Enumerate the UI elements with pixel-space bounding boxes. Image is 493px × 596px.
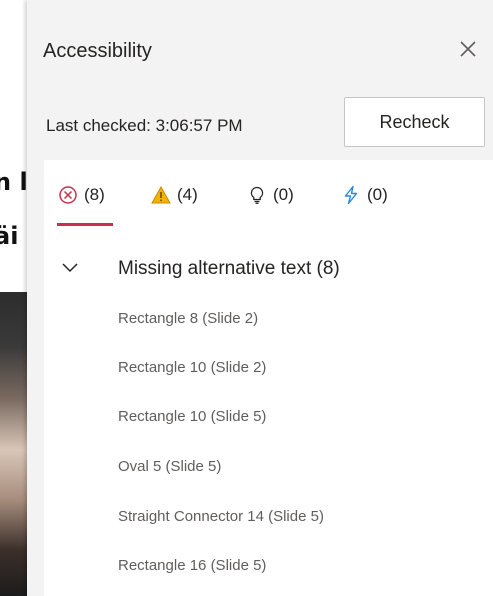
- chevron-down-icon: [62, 263, 78, 273]
- issue-item[interactable]: Rectangle 16 (Slide 5): [118, 557, 266, 583]
- issue-type-tabs: (8) (4) (0) (0): [44, 160, 493, 228]
- accessibility-pane: Accessibility Last checked: 3:06:57 PM R…: [27, 0, 493, 596]
- issue-group-title: Missing alternative text (8): [118, 258, 340, 279]
- close-icon: [460, 41, 476, 57]
- recheck-button[interactable]: Recheck: [344, 97, 485, 147]
- tab-tips-count: (0): [273, 185, 294, 204]
- lightning-icon: [344, 185, 358, 205]
- screen: n l äi Accessibility Last checked: 3:06:…: [0, 0, 493, 596]
- active-tab-indicator: [57, 223, 113, 226]
- issue-group-header[interactable]: Missing alternative text (8): [44, 250, 493, 286]
- issue-item[interactable]: Rectangle 10 (Slide 2): [118, 359, 266, 385]
- lightbulb-icon: [250, 186, 264, 204]
- pane-title: Accessibility: [43, 40, 152, 62]
- tab-errors[interactable]: (8): [58, 180, 105, 210]
- tab-warnings[interactable]: (4): [151, 180, 198, 210]
- warning-icon: [151, 185, 171, 204]
- issue-item[interactable]: Oval 5 (Slide 5): [118, 458, 221, 484]
- slide-text-fragment: n l: [0, 168, 28, 196]
- tab-intelligent-services-count: (0): [367, 185, 388, 204]
- pane-header: Accessibility: [27, 0, 493, 100]
- tab-tips[interactable]: (0): [247, 180, 294, 210]
- tab-intelligent-services[interactable]: (0): [341, 180, 388, 210]
- last-checked-text: Last checked: 3:06:57 PM: [46, 116, 243, 135]
- slide-text-fragment: äi: [0, 222, 19, 250]
- error-circle-icon: [59, 186, 77, 204]
- results-panel: (8) (4) (0) (0) Missing alternative text…: [44, 160, 493, 596]
- issue-item[interactable]: Straight Connector 14 (Slide 5): [118, 508, 324, 534]
- close-button[interactable]: [457, 38, 479, 60]
- issue-item[interactable]: Rectangle 10 (Slide 5): [118, 408, 266, 434]
- tab-warnings-count: (4): [177, 185, 198, 204]
- issue-item[interactable]: Rectangle 8 (Slide 2): [118, 310, 258, 336]
- tab-errors-count: (8): [84, 185, 105, 204]
